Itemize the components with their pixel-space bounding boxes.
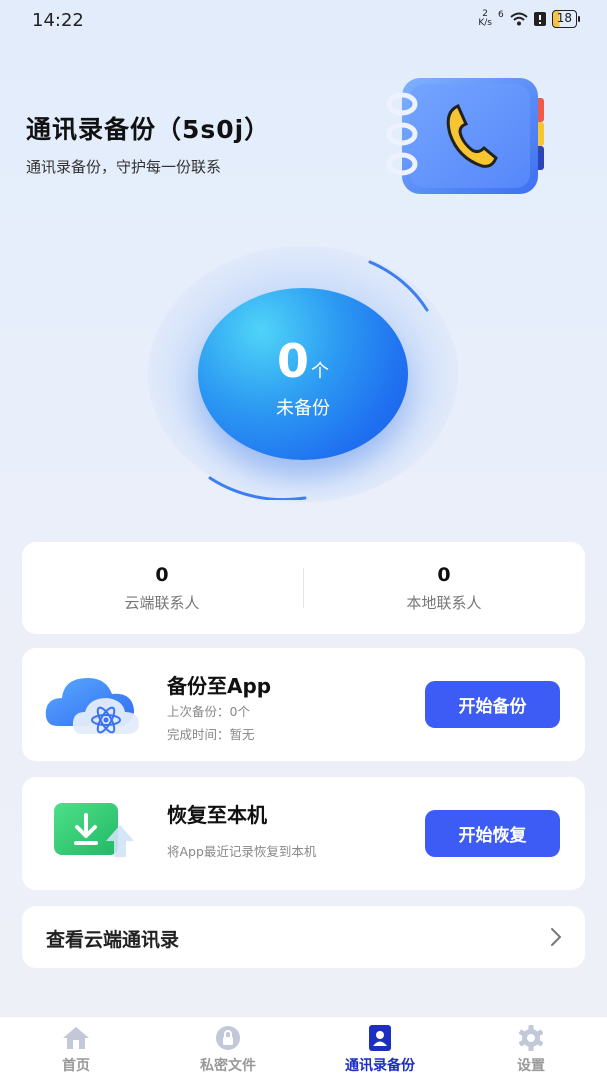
last-backup-count: 上次备份：0个 [167, 704, 250, 719]
alert-icon [533, 12, 546, 26]
wifi-icon [510, 12, 528, 26]
nav-item-contacts-backup[interactable]: 通讯录备份 [304, 1025, 456, 1075]
view-cloud-contacts-label: 查看云端通讯录 [46, 929, 180, 951]
contact-stats-card: 0 云端联系人 0 本地联系人 [22, 542, 585, 634]
backup-title: 备份至App [167, 674, 272, 698]
contacts-icon [369, 1025, 391, 1051]
network-speed-unit: K/s [478, 18, 492, 28]
local-contacts-count: 0 [437, 564, 451, 586]
phonebook-illustration-icon [386, 78, 544, 194]
backup-counter: 0个 未备份 [198, 288, 408, 460]
backup-finish-time: 完成时间：暂无 [167, 727, 255, 742]
chevron-right-icon [551, 928, 562, 946]
nav-label-private-files: 私密文件 [200, 1058, 256, 1074]
counter-number: 0 [276, 334, 309, 388]
network-speed: 2 K/s [478, 10, 492, 28]
counter-value: 0个 [198, 336, 408, 397]
start-restore-button[interactable]: 开始恢复 [425, 810, 560, 857]
local-contacts-stat: 0 本地联系人 [304, 564, 584, 613]
backup-card: 备份至App 上次备份：0个 完成时间：暂无 开始备份 [22, 648, 585, 761]
page-subtitle: 通讯录备份，守护每一份联系 [26, 158, 222, 176]
bottom-nav: 首页 私密文件 通讯录备份 设置 [0, 1016, 607, 1080]
restore-description: 将App最近记录恢复到本机 [167, 844, 317, 859]
download-restore-icon [54, 803, 134, 857]
status-bar: 14:22 2 K/s 6 18 [0, 0, 607, 40]
counter-unit: 个 [311, 361, 329, 382]
local-contacts-label: 本地联系人 [406, 594, 482, 612]
cloud-contacts-stat: 0 云端联系人 [22, 564, 302, 613]
cloud-contacts-count: 0 [155, 564, 169, 586]
cloud-atom-icon [45, 678, 139, 734]
status-icons: 2 K/s 6 18 [478, 10, 581, 28]
cloud-contacts-label: 云端联系人 [124, 594, 200, 612]
nav-label-home: 首页 [62, 1058, 90, 1074]
page-title: 通讯录备份（5s0j） [26, 115, 271, 144]
nav-item-private-files[interactable]: 私密文件 [152, 1025, 304, 1075]
nav-label-settings: 设置 [517, 1058, 545, 1074]
nav-item-settings[interactable]: 设置 [455, 1025, 607, 1075]
nav-item-home[interactable]: 首页 [0, 1025, 152, 1075]
view-cloud-contacts-link[interactable]: 查看云端通讯录 [22, 906, 585, 968]
start-backup-button[interactable]: 开始备份 [425, 681, 560, 728]
nav-label-contacts-backup: 通讯录备份 [345, 1058, 415, 1074]
home-icon [63, 1027, 89, 1049]
signal-label: 6 [497, 10, 504, 20]
restore-title: 恢复至本机 [167, 803, 267, 827]
battery-indicator: 18 [551, 10, 581, 28]
lock-icon [216, 1026, 240, 1050]
gear-icon [518, 1025, 544, 1051]
status-time: 14:22 [32, 10, 84, 31]
counter-label: 未备份 [276, 398, 330, 419]
restore-card: 恢复至本机 将App最近记录恢复到本机 开始恢复 [22, 777, 585, 890]
